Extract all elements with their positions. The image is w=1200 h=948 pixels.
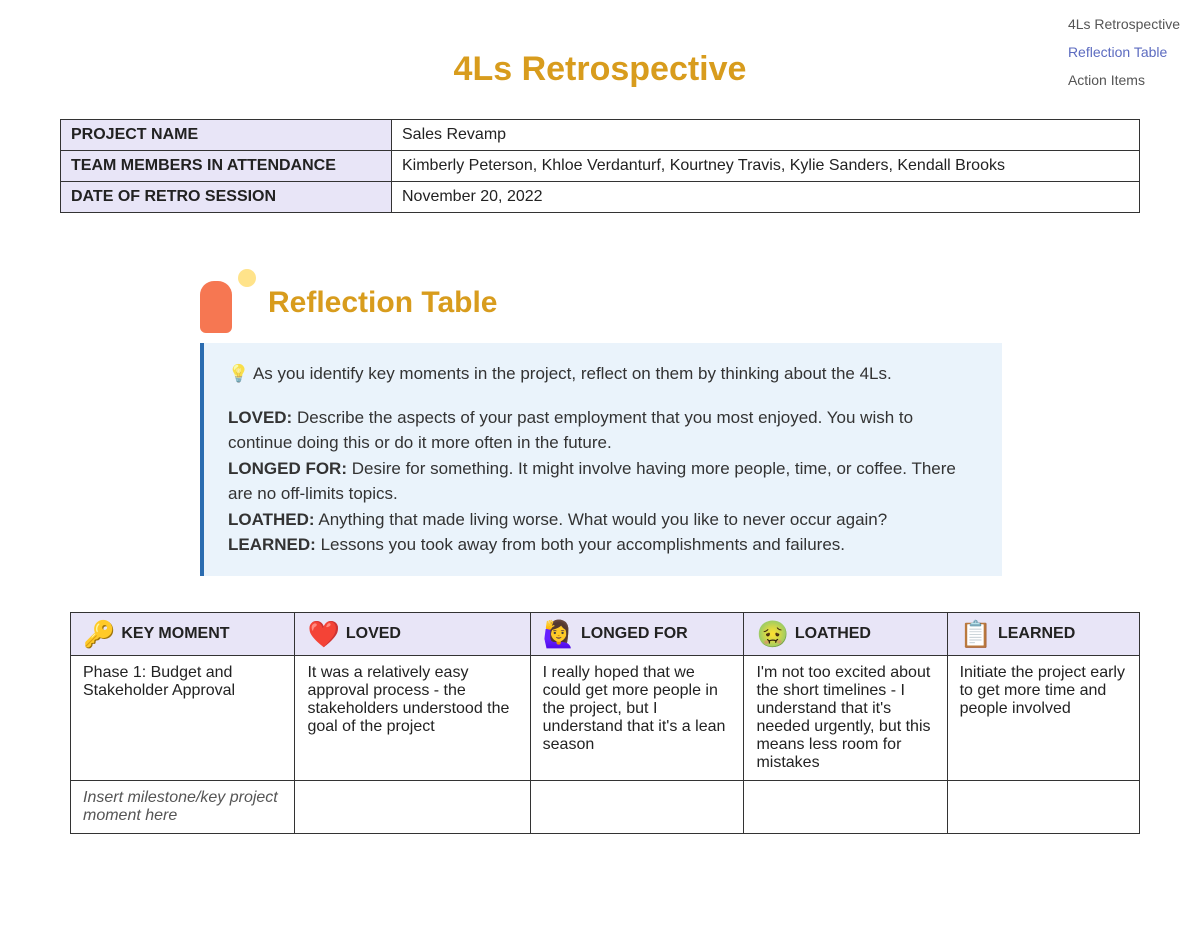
cell-loved[interactable]: It was a relatively easy approval proces… bbox=[295, 655, 530, 780]
col-header-key-moment: 🔑KEY MOMENT bbox=[71, 612, 295, 655]
clipboard-icon: 📋 bbox=[960, 621, 992, 647]
meta-label: TEAM MEMBERS IN ATTENDANCE bbox=[61, 151, 392, 182]
cell-empty[interactable] bbox=[295, 780, 530, 833]
nav-item-action[interactable]: Action Items bbox=[1068, 66, 1180, 94]
meta-table: PROJECT NAME Sales Revamp TEAM MEMBERS I… bbox=[60, 119, 1140, 213]
meta-label: PROJECT NAME bbox=[61, 120, 392, 151]
sick-face-icon: 🤢 bbox=[756, 621, 788, 647]
page-title: 4Ls Retrospective bbox=[60, 50, 1140, 89]
letter-l-icon bbox=[200, 273, 252, 333]
col-header-loved: ❤️LOVED bbox=[295, 612, 530, 655]
cell-empty[interactable] bbox=[947, 780, 1139, 833]
cell-learned[interactable]: Initiate the project early to get more t… bbox=[947, 655, 1139, 780]
col-header-longed: 🙋‍♀️LONGED FOR bbox=[530, 612, 744, 655]
reflection-section: Reflection Table As you identify key mom… bbox=[200, 273, 1140, 576]
cell-key-moment[interactable]: Phase 1: Budget and Stakeholder Approval bbox=[71, 655, 295, 780]
key-icon: 🔑 bbox=[83, 621, 115, 647]
meta-value[interactable]: Sales Revamp bbox=[392, 120, 1140, 151]
callout-def: LEARNED: Lessons you took away from both… bbox=[228, 532, 978, 558]
cell-empty[interactable] bbox=[530, 780, 744, 833]
table-row: Insert milestone/key project moment here bbox=[71, 780, 1140, 833]
outline-nav: 4Ls Retrospective Reflection Table Actio… bbox=[1068, 10, 1180, 94]
meta-label: DATE OF RETRO SESSION bbox=[61, 182, 392, 213]
callout-def: LOATHED: Anything that made living worse… bbox=[228, 507, 978, 533]
meta-row: TEAM MEMBERS IN ATTENDANCE Kimberly Pete… bbox=[61, 151, 1140, 182]
document-body: 4Ls Retrospective PROJECT NAME Sales Rev… bbox=[0, 0, 1200, 864]
col-header-learned: 📋LEARNED bbox=[947, 612, 1139, 655]
callout-box: As you identify key moments in the proje… bbox=[200, 343, 1002, 576]
meta-value[interactable]: Kimberly Peterson, Khloe Verdanturf, Kou… bbox=[392, 151, 1140, 182]
meta-row: DATE OF RETRO SESSION November 20, 2022 bbox=[61, 182, 1140, 213]
meta-row: PROJECT NAME Sales Revamp bbox=[61, 120, 1140, 151]
cell-longed[interactable]: I really hoped that we could get more pe… bbox=[530, 655, 744, 780]
reflection-table: 🔑KEY MOMENT ❤️LOVED 🙋‍♀️LONGED FOR 🤢LOAT… bbox=[70, 612, 1140, 834]
heart-icon: ❤️ bbox=[307, 621, 339, 647]
cell-empty[interactable] bbox=[744, 780, 947, 833]
meta-value[interactable]: November 20, 2022 bbox=[392, 182, 1140, 213]
section-heading: Reflection Table bbox=[268, 286, 497, 320]
nav-item-reflection[interactable]: Reflection Table bbox=[1068, 38, 1180, 66]
callout-def: LONGED FOR: Desire for something. It mig… bbox=[228, 456, 978, 507]
cell-loathed[interactable]: I'm not too excited about the short time… bbox=[744, 655, 947, 780]
table-row: Phase 1: Budget and Stakeholder Approval… bbox=[71, 655, 1140, 780]
col-header-loathed: 🤢LOATHED bbox=[744, 612, 947, 655]
nav-item-4ls[interactable]: 4Ls Retrospective bbox=[1068, 10, 1180, 38]
callout-lead: As you identify key moments in the proje… bbox=[228, 361, 978, 387]
person-icon: 🙋‍♀️ bbox=[543, 621, 575, 647]
callout-def: LOVED: Describe the aspects of your past… bbox=[228, 405, 978, 456]
cell-placeholder[interactable]: Insert milestone/key project moment here bbox=[71, 780, 295, 833]
